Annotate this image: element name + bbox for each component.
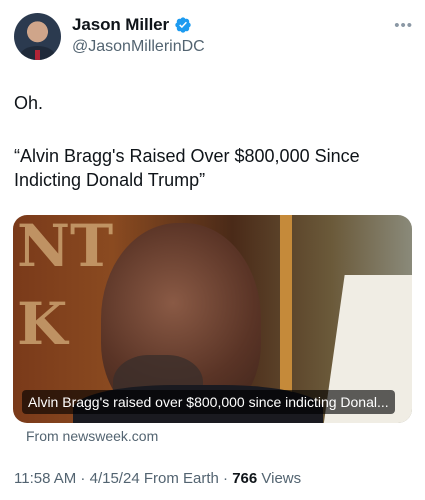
tweet-text-line: Oh. [14, 93, 44, 113]
more-options-icon[interactable]: ••• [394, 17, 413, 34]
author-handle[interactable]: @JasonMillerinDC [72, 38, 205, 56]
views-label: Views [257, 470, 302, 487]
author-name[interactable]: Jason Miller [72, 15, 169, 35]
card-image-pole [280, 215, 292, 415]
avatar[interactable] [14, 13, 61, 60]
author-name-row[interactable]: Jason Miller [72, 15, 192, 35]
tweet-time[interactable]: 11:58 AM [14, 470, 76, 487]
card-image-background-letters: NT K [17, 215, 114, 358]
avatar-tie [35, 50, 40, 60]
views-count: 766 [232, 470, 258, 487]
meta-separator: · [76, 470, 90, 487]
tweet-client: From Earth [139, 470, 219, 487]
card-caption: Alvin Bragg's raised over $800,000 since… [22, 390, 395, 414]
card-source-link[interactable]: From newsweek.com [26, 428, 158, 444]
verified-badge-icon [175, 17, 191, 33]
tweet-quote-text: “Alvin Bragg's Raised Over $800,000 Sinc… [14, 146, 360, 190]
tweet-header: Jason Miller @JasonMillerinDC ••• [14, 13, 413, 65]
tweet-meta: 11:58 AM · 4/15/24 From Earth · 766 View… [14, 470, 301, 487]
link-card[interactable]: NT K Alvin Bragg's raised over $800,000 s… [13, 215, 412, 423]
tweet-date[interactable]: 4/15/24 [90, 470, 140, 487]
meta-separator: · [218, 470, 233, 487]
